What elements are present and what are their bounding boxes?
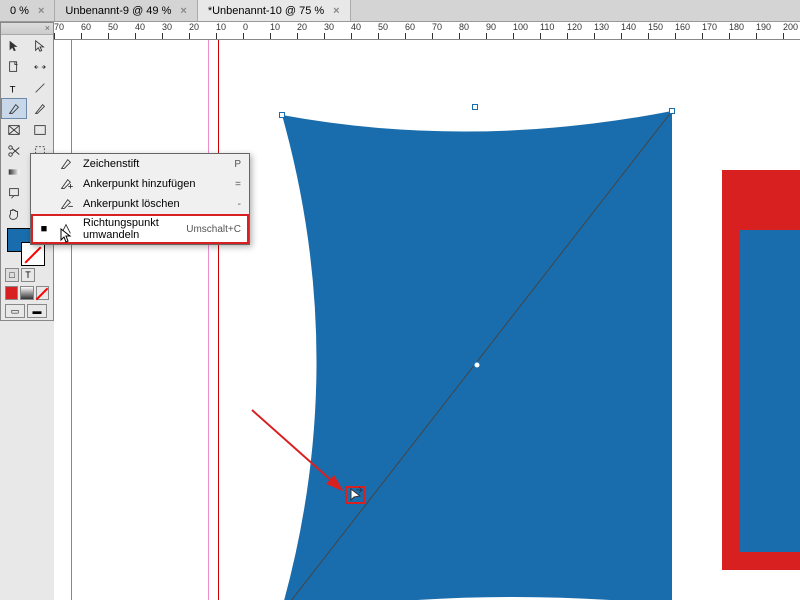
- close-icon[interactable]: ×: [180, 5, 186, 17]
- menu-label: Ankerpunkt hinzufügen: [83, 178, 227, 190]
- pasteboard: [72, 40, 800, 600]
- apply-color-icon[interactable]: [5, 286, 18, 300]
- canvas[interactable]: [72, 40, 800, 600]
- container-formatting-icon[interactable]: □: [5, 268, 19, 282]
- direct-selection-tool[interactable]: [27, 35, 53, 56]
- gradient-tool[interactable]: [1, 161, 27, 182]
- hand-tool[interactable]: [1, 203, 27, 224]
- close-icon[interactable]: ×: [38, 5, 44, 17]
- tab-label: *Unbenannt-10 @ 75 %: [208, 5, 324, 17]
- anchor-point[interactable]: [344, 282, 350, 288]
- stroke-swatch[interactable]: [21, 242, 45, 266]
- selection-tool[interactable]: [1, 35, 27, 56]
- scissors-tool[interactable]: [1, 140, 27, 161]
- svg-text:−: −: [68, 201, 73, 211]
- page-tool[interactable]: [1, 56, 27, 77]
- tab-label: Unbenannt-9 @ 49 %: [65, 5, 171, 17]
- menu-item-delete-anchor[interactable]: − Ankerpunkt löschen -: [31, 194, 249, 214]
- selection-handle[interactable]: [669, 108, 675, 114]
- rectangle-tool[interactable]: [27, 119, 53, 140]
- close-icon[interactable]: ×: [333, 5, 339, 17]
- apply-gradient-icon[interactable]: [20, 286, 33, 300]
- selection-handle[interactable]: [279, 112, 285, 118]
- type-tool[interactable]: T: [1, 77, 27, 98]
- tab-label: 0 %: [10, 5, 29, 17]
- ruler-vertical[interactable]: [54, 40, 72, 600]
- apply-none-icon[interactable]: [36, 286, 49, 300]
- menu-label: Zeichenstift: [83, 158, 226, 170]
- ruler-horizontal[interactable]: 7060504030201001020304050607080901001101…: [54, 22, 800, 40]
- check-icon: ■: [39, 223, 49, 235]
- tab-doc-0[interactable]: 0 % ×: [0, 0, 55, 21]
- selected-path-shape[interactable]: [272, 105, 692, 600]
- menu-shortcut: Umschalt+C: [186, 224, 241, 235]
- rectangle-frame-tool[interactable]: [1, 119, 27, 140]
- tab-doc-2[interactable]: *Unbenannt-10 @ 75 % ×: [198, 0, 351, 21]
- text-formatting-icon[interactable]: T: [21, 268, 35, 282]
- selection-handle[interactable]: [472, 104, 478, 110]
- pen-minus-icon: −: [57, 197, 75, 211]
- menu-item-pen[interactable]: Zeichenstift P: [31, 154, 249, 174]
- menu-shortcut: =: [235, 179, 241, 190]
- pen-tool-flyout-menu: Zeichenstift P + Ankerpunkt hinzufügen =…: [30, 153, 250, 245]
- cursor-icon: [59, 228, 73, 244]
- svg-text:T: T: [10, 84, 16, 95]
- document-tabs: 0 % × Unbenannt-9 @ 49 % × *Unbenannt-10 @…: [0, 0, 800, 22]
- convert-point-cursor-icon: [348, 487, 364, 503]
- line-tool[interactable]: [27, 77, 53, 98]
- note-tool[interactable]: [1, 182, 27, 203]
- gap-tool[interactable]: [27, 56, 53, 77]
- background-shape-red[interactable]: [722, 170, 800, 570]
- view-mode-preview-icon[interactable]: ▬: [27, 304, 47, 318]
- page-edge-guide: [218, 40, 219, 600]
- menu-shortcut: P: [234, 159, 241, 170]
- pen-icon: [57, 157, 75, 171]
- menu-shortcut: -: [238, 199, 241, 210]
- menu-item-add-anchor[interactable]: + Ankerpunkt hinzufügen =: [31, 174, 249, 194]
- menu-label: Ankerpunkt löschen: [83, 198, 230, 210]
- pencil-tool[interactable]: [27, 98, 53, 119]
- pen-tool[interactable]: [1, 98, 27, 119]
- view-mode-normal-icon[interactable]: ▭: [5, 304, 25, 318]
- margin-guide: [208, 40, 209, 600]
- annotation-arrow: [247, 405, 357, 505]
- menu-label: Richtungspunkt umwandeln: [83, 217, 178, 241]
- tab-doc-1[interactable]: Unbenannt-9 @ 49 % ×: [55, 0, 197, 21]
- panel-grip[interactable]: ×: [1, 23, 53, 35]
- svg-text:+: +: [68, 181, 73, 191]
- pen-plus-icon: +: [57, 177, 75, 191]
